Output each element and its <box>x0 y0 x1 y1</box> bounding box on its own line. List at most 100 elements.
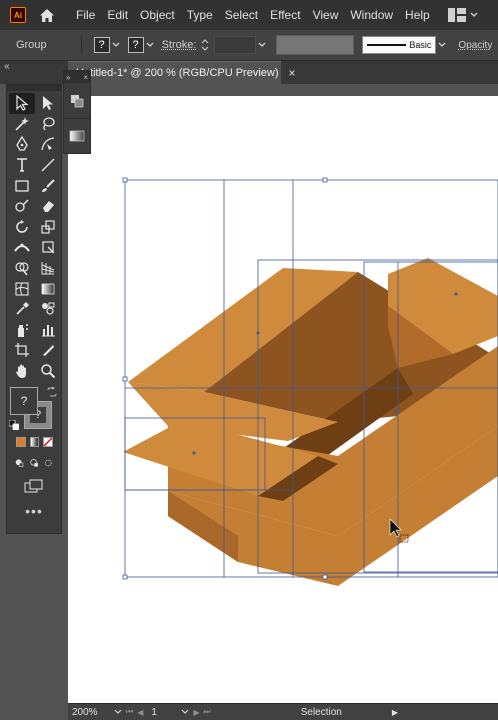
menu-view[interactable]: View <box>307 0 345 30</box>
chevron-down-icon[interactable] <box>112 38 120 52</box>
fill-swatch[interactable]: ? <box>93 37 110 53</box>
pathfinder-icon <box>71 94 84 107</box>
magic-wand-tool-icon[interactable] <box>9 114 35 135</box>
draw-behind-icon[interactable] <box>30 457 39 469</box>
lasso-tool-icon[interactable] <box>35 114 61 135</box>
shaper-tool-icon[interactable] <box>9 196 35 217</box>
shape-builder-tool-icon[interactable] <box>9 258 35 279</box>
brush-definition-dropdown[interactable]: Basic <box>362 36 437 54</box>
cardboard-box-illustration[interactable] <box>68 96 498 703</box>
zoom-level[interactable]: 200% <box>72 707 114 718</box>
default-fill-stroke-icon[interactable] <box>9 420 19 431</box>
menu-items: File Edit Object Type Select Effect View… <box>70 0 436 30</box>
mesh-tool-icon[interactable] <box>9 278 35 299</box>
menu-select[interactable]: Select <box>219 0 264 30</box>
selection-type-label: Group <box>16 39 47 51</box>
next-artboard-icon[interactable]: ▶ <box>193 708 199 717</box>
status-bar: 200% ⏮ ◀ 1 ▶ ⏭ Selection ▶ <box>68 703 498 720</box>
scale-tool-icon[interactable] <box>35 217 61 238</box>
pen-tool-icon[interactable] <box>9 134 35 155</box>
swap-fill-stroke-icon[interactable] <box>47 387 57 397</box>
menu-window[interactable]: Window <box>344 0 399 30</box>
chevron-down-icon[interactable] <box>146 38 154 52</box>
control-bar: Group ? ? Stroke: Basic Opacity <box>0 30 498 61</box>
perspective-grid-tool-icon[interactable] <box>35 258 61 279</box>
workspace-icon <box>447 8 466 22</box>
previous-artboard-icon[interactable]: ◀ <box>137 708 143 717</box>
menu-bar: Ai File Edit Object Type Select Effect V… <box>0 0 498 30</box>
close-icon[interactable]: × <box>289 66 296 80</box>
docked-panel: » × <box>63 70 91 154</box>
tool-grid <box>7 91 61 381</box>
chevron-down-icon[interactable] <box>258 38 266 52</box>
draw-normal-icon[interactable] <box>15 457 24 469</box>
close-icon[interactable]: × <box>83 73 88 82</box>
width-tool-icon[interactable] <box>9 237 35 258</box>
gradient-panel-button[interactable] <box>64 119 90 153</box>
docked-panel-header[interactable]: » × <box>64 71 90 83</box>
collapse-toolbar-icon[interactable]: « <box>4 61 10 72</box>
current-tool-status: Selection <box>300 706 342 718</box>
blend-tool-icon[interactable] <box>35 299 61 320</box>
hand-tool-icon[interactable] <box>9 361 35 382</box>
screen-mode-icon[interactable] <box>24 479 44 493</box>
first-artboard-icon[interactable]: ⏮ <box>126 707 133 717</box>
fill-box[interactable]: ? <box>10 387 38 416</box>
symbol-sprayer-tool-icon[interactable] <box>9 320 35 341</box>
type-tool-icon[interactable] <box>9 155 35 176</box>
canvas-area[interactable] <box>68 84 498 703</box>
menu-help[interactable]: Help <box>399 0 436 30</box>
last-artboard-icon[interactable]: ⏭ <box>204 707 211 717</box>
variable-width-profile[interactable] <box>276 35 355 55</box>
opacity-label[interactable]: Opacity <box>458 40 492 51</box>
column-graph-tool-icon[interactable] <box>35 320 61 341</box>
artboard[interactable] <box>68 96 498 703</box>
gradient-tool-icon[interactable] <box>35 278 61 299</box>
edit-toolbar-button[interactable]: ••• <box>7 493 61 519</box>
stroke-weight-stepper[interactable] <box>200 37 210 53</box>
draw-mode-row <box>7 447 61 469</box>
curvature-tool-icon[interactable] <box>35 134 61 155</box>
chevron-down-icon <box>470 12 478 17</box>
slice-tool-icon[interactable] <box>35 340 61 361</box>
document-tab-title: Untitled-1* @ 200 % (RGB/CPU Preview) <box>76 67 279 79</box>
selection-tool-icon[interactable] <box>9 93 35 114</box>
artboard-tool-icon[interactable] <box>9 340 35 361</box>
status-menu-icon[interactable]: ▶ <box>392 708 398 717</box>
menu-edit[interactable]: Edit <box>101 0 134 30</box>
rectangle-tool-icon[interactable] <box>9 175 35 196</box>
chevron-down-icon[interactable] <box>181 709 189 715</box>
home-icon[interactable] <box>38 6 56 24</box>
menu-effect[interactable]: Effect <box>264 0 306 30</box>
divider <box>80 35 82 55</box>
zoom-tool-icon[interactable] <box>35 361 61 382</box>
menu-object[interactable]: Object <box>134 0 181 30</box>
eyedropper-tool-icon[interactable] <box>9 299 35 320</box>
gradient-mode-icon[interactable] <box>29 437 40 448</box>
line-segment-tool-icon[interactable] <box>35 155 61 176</box>
expand-panel-icon[interactable]: » <box>66 73 70 82</box>
menu-file[interactable]: File <box>70 0 101 30</box>
pathfinder-panel-button[interactable] <box>64 83 90 119</box>
fill-stroke-widget[interactable]: ? ? <box>7 387 61 433</box>
workspace-switcher[interactable] <box>447 8 478 22</box>
eraser-tool-icon[interactable] <box>35 196 61 217</box>
document-tab[interactable]: Untitled-1* @ 200 % (RGB/CPU Preview) × <box>68 61 296 84</box>
chevron-down-icon[interactable] <box>438 38 446 52</box>
paintbrush-tool-icon[interactable] <box>35 175 61 196</box>
direct-selection-tool-icon[interactable] <box>35 93 61 114</box>
draw-inside-icon[interactable] <box>44 457 53 469</box>
none-mode-icon[interactable] <box>43 437 54 448</box>
rotate-tool-icon[interactable] <box>9 217 35 238</box>
stroke-weight-input[interactable] <box>214 36 257 54</box>
color-mode-icon[interactable] <box>16 437 26 448</box>
brush-preview-line <box>367 44 407 46</box>
menu-type[interactable]: Type <box>181 0 219 30</box>
free-transform-tool-icon[interactable] <box>35 237 61 258</box>
artboard-number[interactable]: 1 <box>151 707 181 718</box>
brush-label: Basic <box>409 40 432 50</box>
chevron-down-icon[interactable] <box>114 709 122 715</box>
stroke-label[interactable]: Stroke: <box>162 39 197 51</box>
gradient-panel-icon <box>69 130 85 142</box>
stroke-swatch[interactable]: ? <box>127 37 144 53</box>
